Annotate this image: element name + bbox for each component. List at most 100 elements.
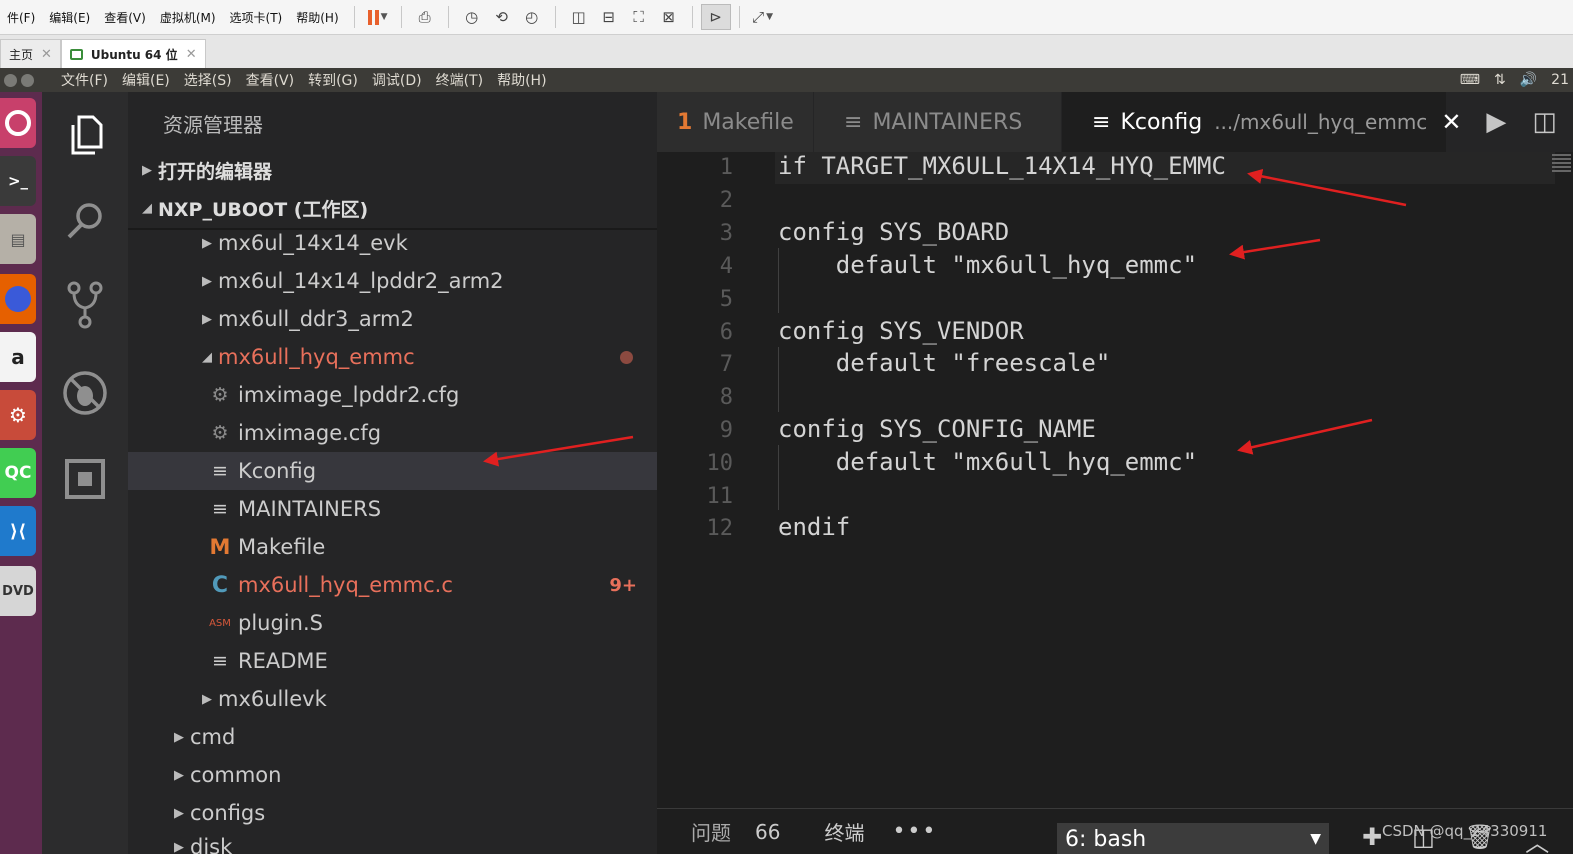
modified-dot (620, 350, 633, 364)
activity-debug[interactable] (60, 368, 110, 418)
vm-menu-view[interactable]: 查看(V) (97, 9, 153, 26)
code-editor[interactable]: 1 if TARGET_MX6ULL_14X14_HYQ_EMMC 2 3 co… (657, 152, 1573, 808)
tab-makefile[interactable]: 1 Makefile (657, 92, 814, 152)
vm-menu-help[interactable]: 帮助(H) (289, 9, 345, 26)
activity-explorer[interactable] (60, 110, 110, 160)
menu-help[interactable]: 帮助(H) (490, 70, 553, 90)
chevron-right-icon: ▶ (202, 235, 212, 251)
tab-label: MAINTAINERS (872, 109, 1023, 135)
tree-file-makefile[interactable]: M Makefile (128, 528, 657, 566)
revert-snapshot-button[interactable]: ⟲ (487, 4, 517, 30)
terminal-select[interactable]: 6: bash ▼ (1057, 823, 1329, 854)
tree-folder-mx6ull-ddr3-arm2[interactable]: ▶ mx6ull_ddr3_arm2 (128, 300, 657, 338)
tree-file-maintainers[interactable]: ≡ MAINTAINERS (128, 490, 657, 528)
window-minimize-button[interactable] (21, 73, 34, 87)
launcher-dvd[interactable]: DVD (0, 566, 36, 616)
volume-icon[interactable]: 🔊 (1520, 72, 1537, 88)
fullscreen-button[interactable]: ⛶ (624, 4, 654, 30)
tree-folder-common[interactable]: ▶ common (128, 756, 657, 794)
menu-debug[interactable]: 调试(D) (365, 70, 429, 90)
chevron-right-icon: ▶ (174, 805, 184, 821)
toolbar-separator (447, 6, 449, 28)
launcher-qtcreator[interactable]: QC (0, 448, 36, 498)
toolbar-separator (691, 6, 693, 28)
tab-maintainers[interactable]: ≡ MAINTAINERS (814, 92, 1062, 152)
launcher-firefox[interactable] (0, 274, 36, 324)
tree-label: imximage_lpddr2.cfg (238, 383, 460, 407)
tree-file-readme[interactable]: ≡ README (128, 642, 657, 680)
tab-kconfig[interactable]: ≡ Kconfig .../mx6ull_hyq_emmc ✕ (1062, 92, 1461, 152)
vm-menu-edit[interactable]: 编辑(E) (42, 9, 97, 26)
tree-folder-configs[interactable]: ▶ configs (128, 794, 657, 832)
library-view-button[interactable]: ◫ (564, 4, 594, 30)
menu-edit[interactable]: 编辑(E) (115, 70, 177, 90)
stretch-button[interactable]: ⤢ ▼ (748, 4, 778, 30)
window-close-button[interactable] (4, 73, 17, 87)
activity-search[interactable] (60, 196, 110, 246)
toolbar-separator (353, 6, 355, 28)
send-keys-button[interactable]: ⎙ (410, 4, 440, 30)
tree-label: MAINTAINERS (238, 497, 382, 521)
tree-folder-disk[interactable]: ▶ disk (128, 828, 657, 854)
tree-label: mx6ul_14x14_evk (218, 231, 408, 255)
tree-folder-mx6ul-14x14-lpddr2-arm2[interactable]: ▶ mx6ul_14x14_lpddr2_arm2 (128, 262, 657, 300)
problems-badge: 9+ (609, 574, 637, 596)
workspace-section[interactable]: ◢ NXP_UBOOT (工作区) (128, 189, 657, 227)
tree-folder-mx6ul-14x14-evk[interactable]: ▶ mx6ul_14x14_evk (128, 224, 657, 262)
tree-file-imximage[interactable]: ⚙ imximage.cfg (128, 414, 657, 452)
tree-folder-cmd[interactable]: ▶ cmd (128, 718, 657, 756)
line-number: 6 (719, 320, 733, 345)
tree-folder-mx6ull-hyq-emmc[interactable]: ◢ mx6ull_hyq_emmc (128, 338, 657, 376)
terminal-icon: ⊳ (709, 8, 722, 26)
split-editor-icon[interactable]: ◫ (1532, 107, 1557, 137)
tree-label: disk (190, 835, 233, 854)
minimap[interactable] (1548, 152, 1573, 182)
close-icon[interactable]: ✕ (41, 47, 52, 62)
vm-menu-vm[interactable]: 虚拟机(M) (153, 9, 223, 26)
menu-file[interactable]: 文件(F) (54, 70, 115, 90)
vm-tab-ubuntu[interactable]: Ubuntu 64 位 ✕ (60, 39, 206, 68)
menu-selection[interactable]: 选择(S) (177, 70, 239, 90)
plus-icon[interactable]: ✚ (1362, 823, 1382, 854)
tree-file-plugin-s[interactable]: ASM plugin.S (128, 604, 657, 642)
vm-menu-tabs[interactable]: 选项卡(T) (223, 9, 290, 26)
run-icon[interactable]: ▶ (1486, 107, 1506, 137)
launcher-terminal[interactable]: >_ (0, 156, 36, 206)
tree-file-kconfig[interactable]: ≡ Kconfig (128, 452, 657, 490)
tree-label: imximage.cfg (238, 421, 382, 445)
launcher-files[interactable]: ▤ (0, 214, 36, 264)
tree-folder-mx6ullevk[interactable]: ▶ mx6ullevk (128, 680, 657, 718)
snapshot-manager-button[interactable]: ◴ (517, 4, 547, 30)
launcher-amazon[interactable]: a (0, 332, 36, 382)
console-view-button[interactable]: ⊳ (700, 4, 731, 30)
launcher-vscode[interactable]: ⟩⟨ (0, 506, 36, 556)
sidebar-icon: ◫ (571, 8, 586, 26)
tab-problems[interactable]: 问题 (691, 817, 731, 846)
network-icon[interactable]: ⇅ (1494, 72, 1506, 88)
tree-file-imximage-lpddr2[interactable]: ⚙ imximage_lpddr2.cfg (128, 376, 657, 414)
close-icon[interactable]: ✕ (186, 47, 197, 62)
thumbnail-view-button[interactable]: ⊟ (594, 4, 624, 30)
tab-terminal[interactable]: 终端 (824, 817, 864, 846)
more-icon[interactable]: ••• (892, 819, 937, 844)
activity-source-control[interactable] (60, 280, 110, 330)
menu-view[interactable]: 查看(V) (239, 70, 302, 90)
pause-vm-button[interactable]: ▼ (363, 4, 393, 30)
menu-terminal[interactable]: 终端(T) (429, 70, 490, 90)
vm-menu-file[interactable]: 件(F) (0, 9, 42, 26)
unity-button[interactable]: ⊠ (654, 4, 684, 30)
activity-extensions[interactable] (60, 454, 110, 504)
open-editors-section[interactable]: ▶ 打开的编辑器 (128, 151, 657, 189)
keyboard-indicator-icon[interactable]: ⌨ (1460, 72, 1480, 88)
menu-go[interactable]: 转到(G) (301, 70, 365, 90)
close-icon[interactable]: ✕ (1441, 108, 1461, 136)
tree-file-mx6ull-hyq-emmc-c[interactable]: C mx6ull_hyq_emmc.c 9+ (128, 566, 657, 604)
tree-label: cmd (190, 725, 236, 749)
launcher-dash[interactable] (0, 98, 36, 148)
snapshot-button[interactable]: ◷ (457, 4, 487, 30)
clock[interactable]: 21 (1551, 72, 1569, 88)
tab-label: Makefile (702, 109, 794, 135)
toolbar-separator (738, 6, 740, 28)
vm-tab-home[interactable]: 主页 ✕ (0, 39, 61, 68)
launcher-settings[interactable]: ⚙ (0, 390, 36, 440)
